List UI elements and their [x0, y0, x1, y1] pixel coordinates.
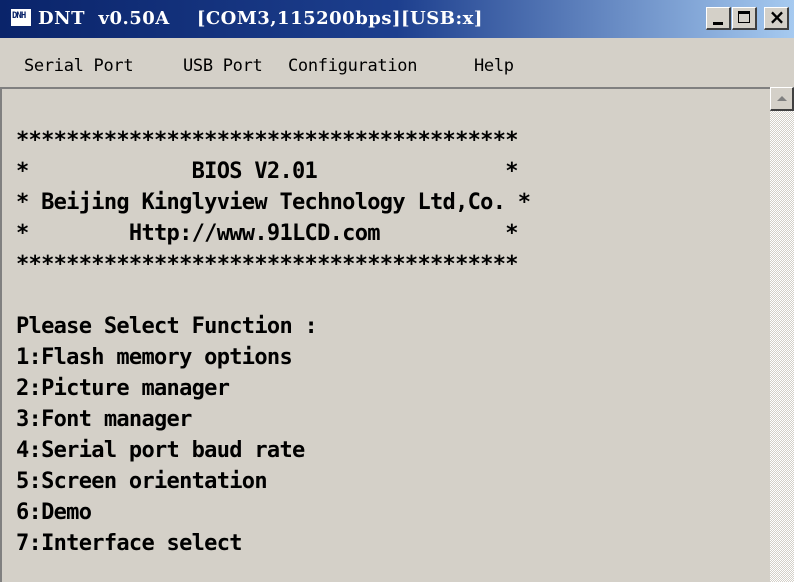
menu-option: 6:Demo	[16, 500, 92, 525]
scroll-up-button[interactable]	[770, 87, 794, 111]
app-icon-label: DNH	[12, 11, 26, 21]
title-bar[interactable]: DNH DNT v0.50A [COM3,115200bps][USB:x] ×	[0, 0, 794, 38]
menu-usb-port[interactable]: USB Port	[183, 56, 263, 76]
prompt-line: Please Select Function :	[16, 314, 318, 339]
terminal-output[interactable]: ****************************************…	[0, 87, 770, 582]
maximize-icon	[738, 11, 750, 23]
bios-banner-line: ****************************************	[16, 128, 519, 153]
app-icon[interactable]: DNH	[10, 8, 32, 27]
bios-banner-line: * Beijing Kinglyview Technology Ltd,Co. …	[16, 190, 531, 215]
menu-option: 7:Interface select	[16, 531, 243, 556]
menu-option: 4:Serial port baud rate	[16, 438, 305, 463]
minimize-icon	[713, 22, 723, 25]
scroll-up-arrow-icon	[777, 96, 787, 101]
menu-configuration[interactable]: Configuration	[288, 56, 417, 76]
menu-bar: Serial Port USB Port Configuration Help	[0, 38, 794, 87]
menu-option: 1:Flash memory options	[16, 345, 293, 370]
minimize-button[interactable]	[706, 7, 731, 30]
bios-banner-line: ****************************************	[16, 252, 519, 277]
blank-line	[16, 280, 530, 311]
terminal-window: DNH DNT v0.50A [COM3,115200bps][USB:x] ×…	[0, 0, 794, 582]
maximize-button[interactable]	[732, 7, 757, 30]
terminal-lines: ****************************************…	[16, 125, 531, 559]
menu-serial-port[interactable]: Serial Port	[24, 56, 134, 76]
menu-option: 2:Picture manager	[16, 376, 230, 401]
close-icon: ×	[768, 5, 786, 29]
bios-banner-line: * Http://www.91LCD.com *	[16, 221, 519, 246]
menu-option: 5:Screen orientation	[16, 469, 268, 494]
vertical-scrollbar[interactable]	[770, 87, 794, 582]
window-title: DNT v0.50A [COM3,115200bps][USB:x]	[38, 8, 483, 29]
close-button[interactable]: ×	[764, 5, 789, 30]
menu-help[interactable]: Help	[474, 56, 514, 76]
bios-banner-line: * BIOS V2.01 *	[16, 159, 519, 184]
menu-option: 3:Font manager	[16, 407, 192, 432]
